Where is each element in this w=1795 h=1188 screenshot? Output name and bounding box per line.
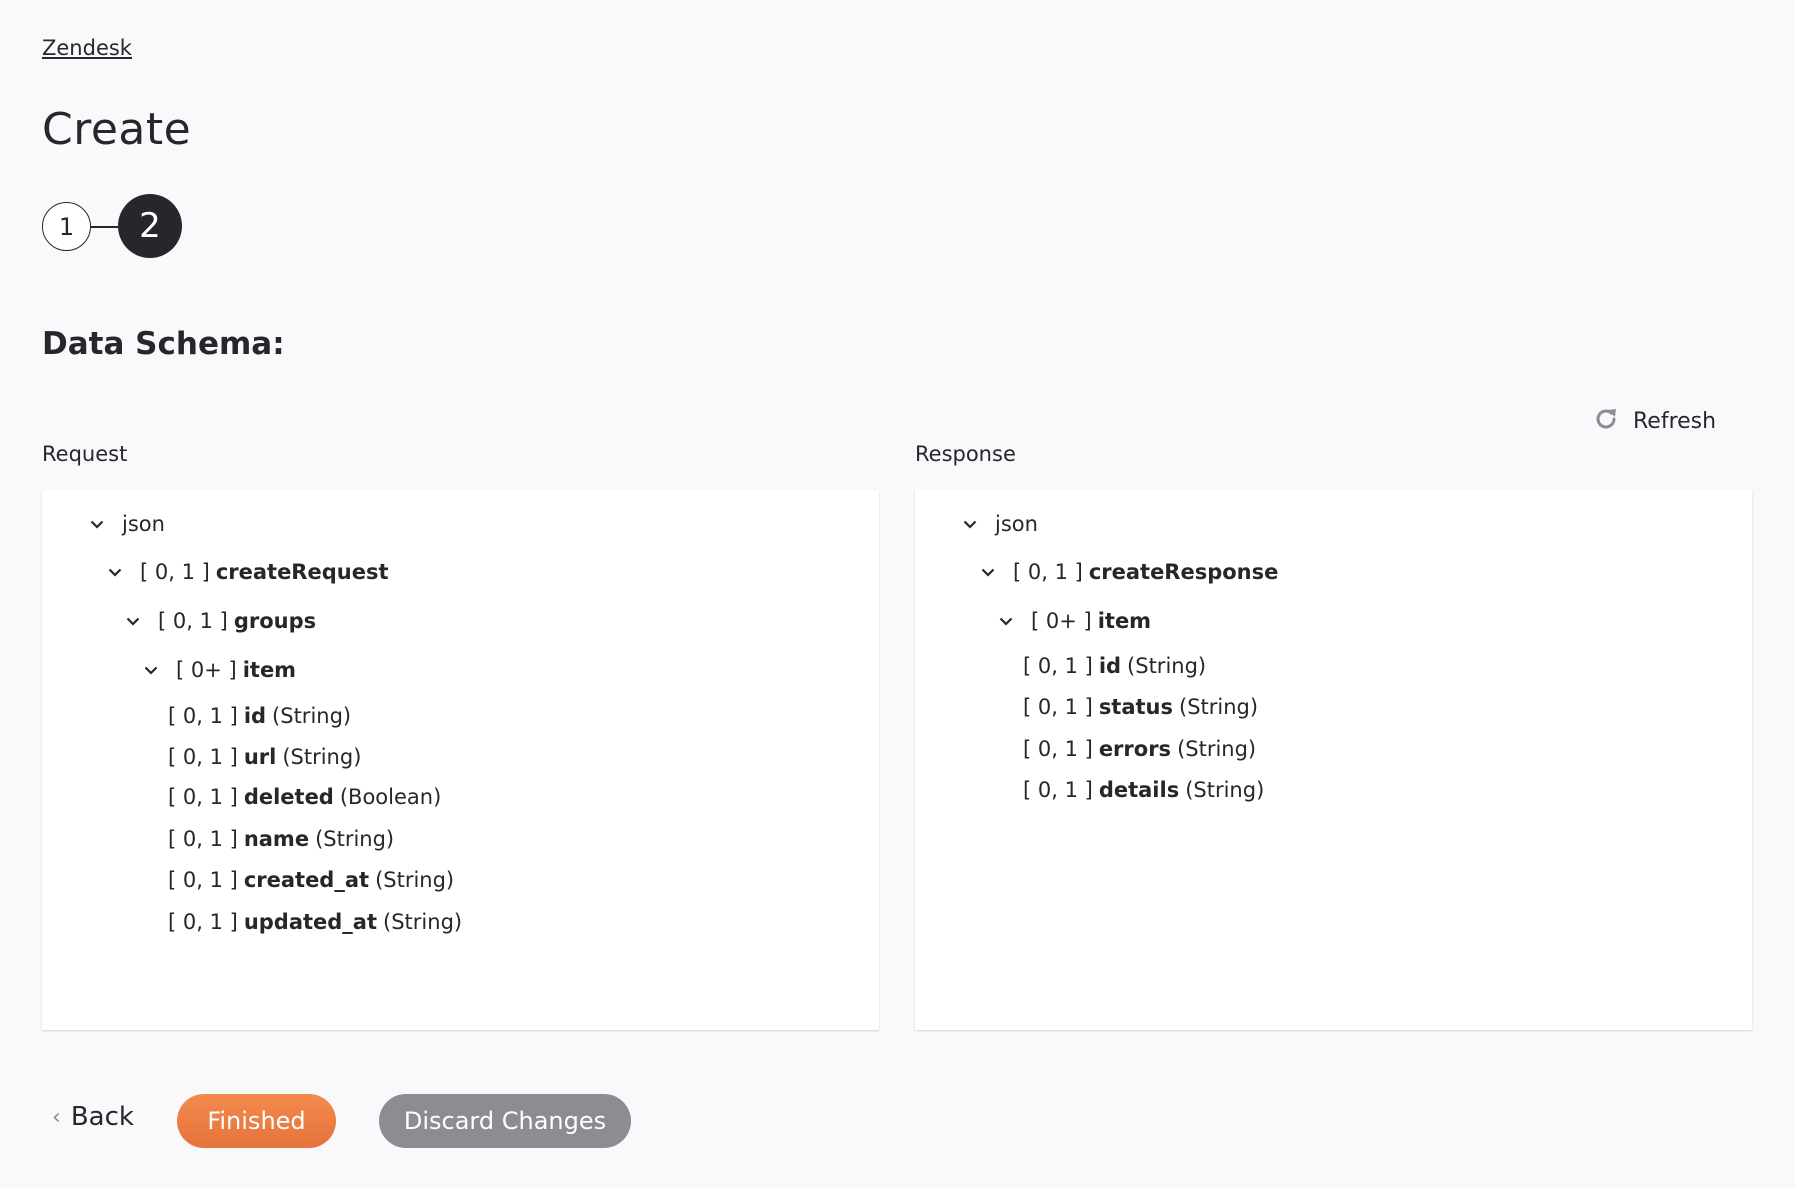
tree-field: [ 0, 1 ] url (String) [168,745,361,769]
field-name: created_at [243,868,370,892]
field-type: (String) [1179,695,1259,719]
field-name: json [122,512,165,536]
field-name: createResponse [1088,560,1279,584]
chevron-down-icon[interactable] [142,661,160,679]
back-button[interactable]: ‹ Back [52,1102,134,1132]
cardinality: [ 0, 1 ] [168,868,238,892]
field-type: (String) [1127,654,1207,678]
cardinality: [ 0, 1 ] [168,745,238,769]
field-name: item [1097,609,1152,633]
breadcrumb-zendesk[interactable]: Zendesk [42,36,132,60]
cardinality: [ 0, 1 ] [168,704,238,728]
tree-node[interactable]: [ 0, 1 ] createResponse [979,560,1284,584]
tree-root[interactable]: json [961,512,1038,536]
field-name: url [243,745,277,769]
refresh-button[interactable]: Refresh [1593,406,1716,436]
cardinality: [ 0, 1 ] [158,609,228,633]
discard-changes-button[interactable]: Discard Changes [379,1094,631,1148]
field-name: details [1098,778,1180,802]
field-name: id [243,704,267,728]
cardinality: [ 0, 1 ] [168,827,238,851]
field-type: (String) [315,827,395,851]
field-name: updated_at [243,910,378,934]
tree-field: [ 0, 1 ] updated_at (String) [168,910,462,934]
refresh-label: Refresh [1633,408,1717,434]
tree-field: [ 0, 1 ] errors (String) [1023,737,1256,761]
tree-field: [ 0, 1 ] details (String) [1023,778,1264,802]
field-type: (String) [383,910,463,934]
field-type: (String) [1185,778,1265,802]
chevron-down-icon[interactable] [88,515,106,533]
field-name: createRequest [215,560,389,584]
tree-field: [ 0, 1 ] created_at (String) [168,868,454,892]
chevron-down-icon[interactable] [961,515,979,533]
step-2[interactable]: 2 [118,194,182,258]
field-type: (String) [1177,737,1257,761]
tree-field: [ 0, 1 ] name (String) [168,827,394,851]
tree-field: [ 0, 1 ] id (String) [1023,654,1206,678]
tree-field: [ 0, 1 ] id (String) [168,704,351,728]
step-2-number: 2 [139,206,161,246]
field-type: (Boolean) [339,785,442,809]
tree-node[interactable]: [ 0, 1 ] groups [124,609,322,633]
response-label: Response [915,442,1016,466]
page-title: Create [42,104,192,155]
field-type: (String) [272,704,352,728]
field-name: status [1098,695,1174,719]
field-name: groups [233,609,317,633]
step-1-number: 1 [58,212,75,241]
tree-field: [ 0, 1 ] status (String) [1023,695,1258,719]
field-name: json [995,512,1038,536]
tree-node[interactable]: [ 0, 1 ] createRequest [106,560,395,584]
chevron-down-icon[interactable] [124,612,142,630]
step-connector [91,226,118,228]
cardinality: [ 0, 1 ] [1023,695,1093,719]
cardinality: [ 0+ ] [1031,609,1092,633]
request-schema-panel: json[ 0, 1 ] createRequest[ 0, 1 ] groups[… [42,490,879,1030]
cardinality: [ 0+ ] [176,658,237,682]
cardinality: [ 0, 1 ] [1013,560,1083,584]
finished-button[interactable]: Finished [177,1094,336,1148]
cardinality: [ 0, 1 ] [168,910,238,934]
response-schema-panel: json[ 0, 1 ] createResponse[ 0+ ] item[ 0,… [915,490,1752,1030]
chevron-left-icon: ‹ [52,1104,61,1130]
back-label: Back [70,1102,134,1132]
tree-root[interactable]: json [88,512,165,536]
field-type: (String) [282,745,362,769]
chevron-down-icon[interactable] [106,563,124,581]
step-1[interactable]: 1 [42,202,91,251]
tree-node[interactable]: [ 0+ ] item [142,658,302,682]
tree-node[interactable]: [ 0+ ] item [997,609,1157,633]
cardinality: [ 0, 1 ] [140,560,210,584]
section-title: Data Schema: [42,326,285,362]
cardinality: [ 0, 1 ] [168,785,238,809]
field-name: name [243,827,310,851]
cardinality: [ 0, 1 ] [1023,737,1093,761]
tree-field: [ 0, 1 ] deleted (Boolean) [168,785,441,809]
cardinality: [ 0, 1 ] [1023,778,1093,802]
refresh-icon [1593,406,1619,436]
request-label: Request [42,442,128,466]
field-type: (String) [375,868,455,892]
field-name: id [1098,654,1122,678]
field-name: deleted [243,785,334,809]
field-name: errors [1098,737,1172,761]
chevron-down-icon[interactable] [979,563,997,581]
field-name: item [242,658,297,682]
chevron-down-icon[interactable] [997,612,1015,630]
cardinality: [ 0, 1 ] [1023,654,1093,678]
